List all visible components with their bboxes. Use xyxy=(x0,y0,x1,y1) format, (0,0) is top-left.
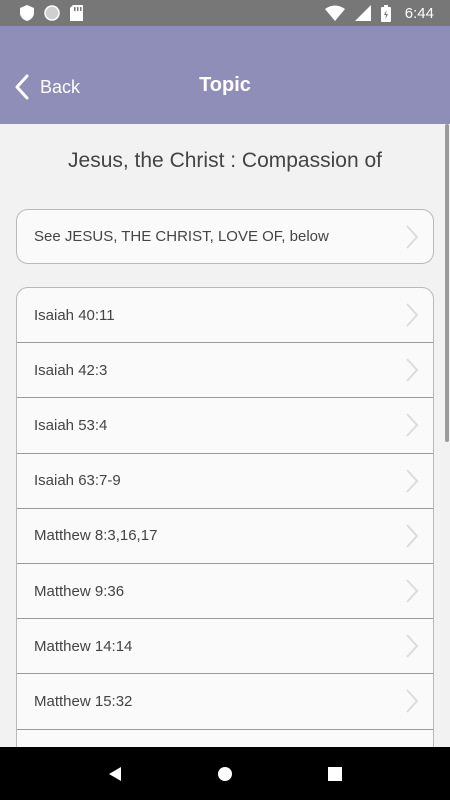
nav-home-button[interactable] xyxy=(210,759,240,789)
chevron-right-icon xyxy=(406,413,419,438)
reference-label: Isaiah 63:7-9 xyxy=(34,472,121,490)
battery-icon xyxy=(380,4,391,22)
chevron-right-icon xyxy=(406,689,419,714)
home-circle-icon xyxy=(218,766,232,781)
nav-back-button[interactable] xyxy=(100,759,130,789)
status-right-icons: 6:44 xyxy=(324,4,434,22)
reference-label: Isaiah 40:11 xyxy=(34,306,115,324)
see-also-label: See JESUS, THE CHRIST, LOVE OF, below xyxy=(34,228,329,245)
list-item[interactable]: Isaiah 40:11 xyxy=(17,288,433,344)
status-time: 6:44 xyxy=(404,4,434,22)
recents-square-icon xyxy=(328,766,342,781)
list-item[interactable]: Isaiah 63:7-9 xyxy=(17,454,433,509)
chevron-right-icon xyxy=(406,358,419,382)
navigation-bar xyxy=(0,747,450,800)
list-item[interactable]: Matthew 9:36 xyxy=(17,564,433,620)
list-item[interactable]: Matthew 8:3,16,17 xyxy=(17,509,433,564)
reference-label: Matthew 8:3,16,17 xyxy=(34,527,158,545)
reference-label: Isaiah 42:3 xyxy=(34,361,108,379)
status-bar: 6:44 xyxy=(0,0,450,26)
see-also-item[interactable]: See JESUS, THE CHRIST, LOVE OF, below xyxy=(16,209,434,264)
chevron-right-icon xyxy=(406,468,419,493)
wifi-icon xyxy=(324,5,345,21)
page-title: Topic xyxy=(199,74,251,96)
chevron-right-icon xyxy=(406,634,419,658)
reference-label: Matthew 15:32 xyxy=(34,692,133,710)
scrollbar[interactable] xyxy=(445,124,449,442)
chevron-right-icon xyxy=(406,579,419,603)
shield-icon xyxy=(20,5,34,21)
app-header: Back Topic xyxy=(0,26,450,124)
content-area[interactable]: Jesus, the Christ : Compassion of See JE… xyxy=(0,124,450,747)
back-triangle-icon xyxy=(109,766,121,781)
chevron-right-icon xyxy=(406,224,419,249)
chevron-right-icon xyxy=(406,303,419,327)
signal-icon xyxy=(354,5,371,21)
chevron-right-icon xyxy=(406,524,419,548)
reference-label: Matthew 14:14 xyxy=(34,637,133,655)
list-item[interactable]: Isaiah 42:3 xyxy=(17,343,433,399)
reference-label: Isaiah 53:4 xyxy=(34,416,108,434)
list-item[interactable] xyxy=(17,730,433,748)
status-left-icons xyxy=(20,5,83,21)
list-item[interactable]: Matthew 14:14 xyxy=(17,619,433,675)
reference-label: Matthew 9:36 xyxy=(34,582,125,600)
topic-heading: Jesus, the Christ : Compassion of xyxy=(68,149,382,172)
list-item[interactable]: Matthew 15:32 xyxy=(17,674,433,730)
reference-list: Isaiah 40:11 Isaiah 42:3 Isaiah 53:4 Isa… xyxy=(16,287,434,747)
circle-icon xyxy=(44,5,60,21)
nav-recents-button[interactable] xyxy=(320,759,350,789)
sd-card-icon xyxy=(70,5,83,21)
list-item[interactable]: Isaiah 53:4 xyxy=(17,398,433,454)
